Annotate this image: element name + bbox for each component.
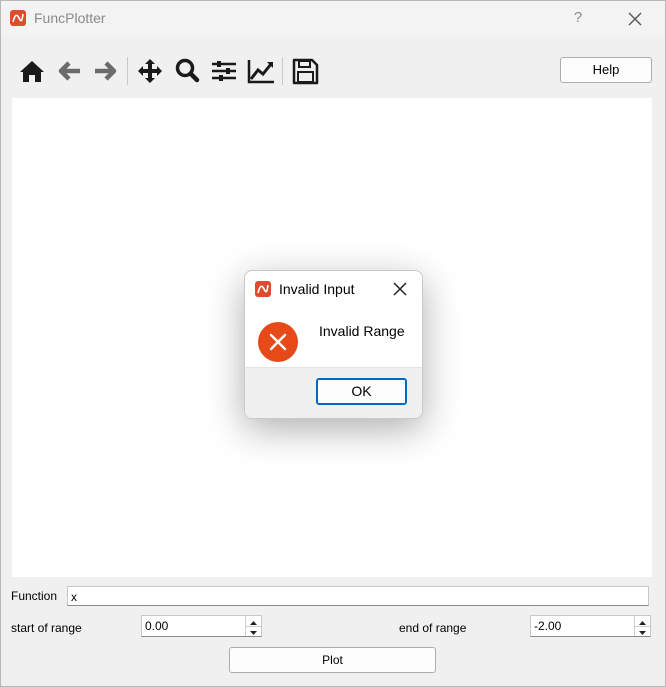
start-range-spinbox[interactable]: 0.00	[141, 615, 262, 637]
back-arrow-icon	[58, 61, 80, 81]
close-window-button[interactable]	[625, 9, 645, 29]
zoom-button[interactable]	[172, 56, 202, 86]
end-range-decrement[interactable]	[635, 626, 650, 636]
close-icon	[628, 12, 642, 26]
home-icon	[20, 61, 44, 82]
dialog-footer: OK	[245, 367, 422, 418]
dialog-message: Invalid Range	[319, 323, 405, 339]
chevron-down-icon	[639, 631, 646, 635]
app-icon	[10, 10, 26, 26]
start-range-decrement[interactable]	[246, 626, 261, 636]
forward-arrow-icon	[95, 61, 117, 81]
pan-icon	[138, 59, 162, 83]
start-range-label: start of range	[11, 621, 82, 635]
back-button[interactable]	[54, 56, 84, 86]
end-range-label: end of range	[399, 621, 467, 635]
function-input[interactable]: x	[67, 586, 649, 606]
dialog-close-button[interactable]	[391, 280, 409, 298]
help-button[interactable]: Help	[560, 57, 652, 83]
navigation-toolbar: Help	[1, 51, 665, 91]
home-button[interactable]	[17, 56, 47, 86]
help-question-button[interactable]: ?	[569, 9, 587, 29]
title-bar: FuncPlotter ?	[1, 1, 665, 37]
end-range-stepper	[634, 616, 650, 636]
error-dialog: Invalid Input Invalid Range OK	[244, 270, 423, 419]
close-icon	[393, 282, 407, 296]
dialog-title: Invalid Input	[279, 281, 355, 297]
window-title: FuncPlotter	[34, 10, 106, 26]
plot-button[interactable]: Plot	[229, 647, 436, 673]
zoom-icon	[175, 58, 200, 83]
end-range-value: -2.00	[534, 619, 562, 633]
edit-axes-icon	[247, 60, 274, 84]
save-button[interactable]	[290, 56, 320, 86]
forward-button[interactable]	[91, 56, 121, 86]
error-icon	[258, 322, 298, 362]
save-icon	[292, 58, 319, 85]
ok-button[interactable]: OK	[316, 378, 407, 405]
end-range-spinbox[interactable]: -2.00	[530, 615, 651, 637]
pan-button[interactable]	[135, 56, 165, 86]
start-range-stepper	[245, 616, 261, 636]
subplots-config-button[interactable]	[209, 56, 239, 86]
dialog-app-icon	[255, 281, 271, 297]
chevron-down-icon	[250, 631, 257, 635]
function-label: Function	[11, 589, 58, 603]
start-range-value: 0.00	[145, 619, 169, 633]
edit-axes-button[interactable]	[246, 56, 276, 86]
toolbar-separator	[282, 57, 283, 85]
toolbar-separator	[127, 57, 128, 85]
main-window: FuncPlotter ? Help Invalid Input Invalid…	[0, 0, 666, 687]
subplots-config-icon	[212, 61, 236, 81]
